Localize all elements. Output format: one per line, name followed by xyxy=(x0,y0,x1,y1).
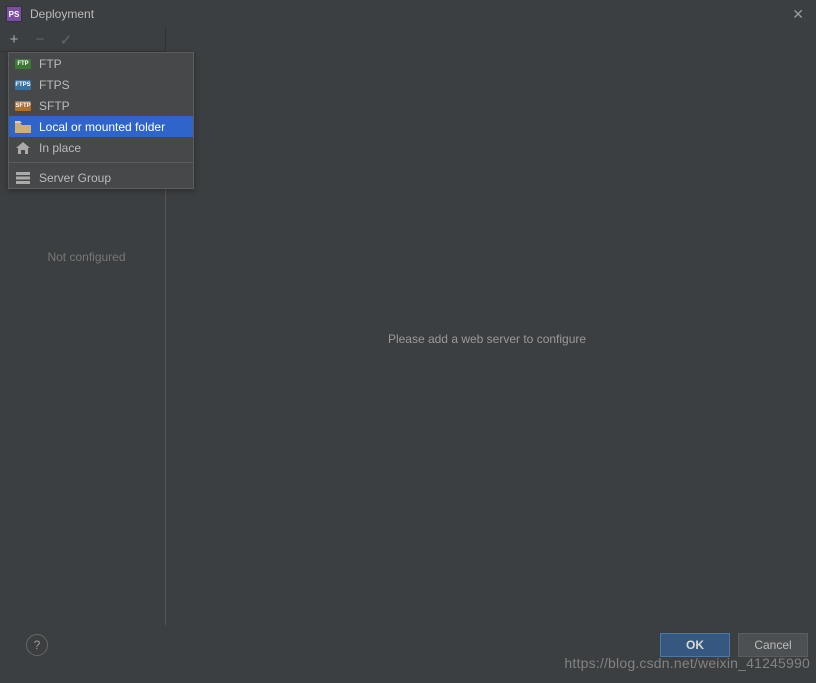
remove-button[interactable]: − xyxy=(32,32,48,48)
help-button[interactable]: ? xyxy=(26,634,48,656)
menu-item-ftps[interactable]: FTPS FTPS xyxy=(9,74,193,95)
menu-item-ftp[interactable]: FTP FTP xyxy=(9,53,193,74)
home-icon xyxy=(15,141,31,155)
titlebar: PS Deployment ✕ xyxy=(0,0,816,28)
watermark: https://blog.csdn.net/weixin_41245990 xyxy=(564,655,810,671)
menu-item-label: FTPS xyxy=(39,78,70,92)
menu-item-sftp[interactable]: SFTP SFTP xyxy=(9,95,193,116)
app-icon: PS xyxy=(6,6,22,22)
close-icon[interactable]: ✕ xyxy=(786,6,810,23)
main-panel: Please add a web server to configure xyxy=(166,52,808,625)
sftp-icon: SFTP xyxy=(15,99,31,113)
add-button[interactable]: + xyxy=(6,32,22,48)
main-placeholder: Please add a web server to configure xyxy=(388,332,586,346)
menu-item-in-place[interactable]: In place xyxy=(9,137,193,158)
window-title: Deployment xyxy=(30,7,94,21)
cancel-button[interactable]: Cancel xyxy=(738,633,808,657)
check-button[interactable]: ✓ xyxy=(58,32,74,48)
menu-item-label: In place xyxy=(39,141,81,155)
ok-button[interactable]: OK xyxy=(660,633,730,657)
ftp-icon: FTP xyxy=(15,57,31,71)
sidebar-empty-label: Not configured xyxy=(8,190,165,625)
menu-item-label: Local or mounted folder xyxy=(39,120,165,134)
add-server-menu: FTP FTP FTPS FTPS SFTP SFTP Local or mou… xyxy=(8,52,194,189)
menu-item-label: Server Group xyxy=(39,171,111,185)
ftps-icon: FTPS xyxy=(15,78,31,92)
menu-item-server-group[interactable]: Server Group xyxy=(9,167,193,188)
menu-separator xyxy=(9,162,193,163)
folder-icon xyxy=(15,120,31,134)
server-group-icon xyxy=(15,171,31,185)
menu-item-label: SFTP xyxy=(39,99,70,113)
menu-item-local-folder[interactable]: Local or mounted folder xyxy=(9,116,193,137)
menu-item-label: FTP xyxy=(39,57,62,71)
sidebar-toolbar: + − ✓ xyxy=(0,28,166,52)
